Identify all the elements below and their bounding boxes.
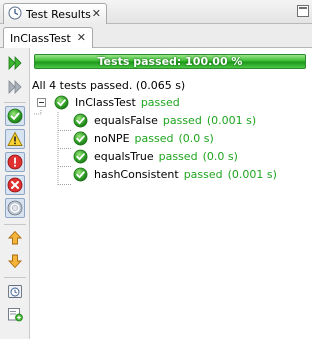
test-results-icon	[8, 6, 22, 23]
maximize-window-button[interactable]	[297, 5, 309, 17]
test-name: equalsTrue	[94, 149, 154, 163]
toolbar-separator	[4, 102, 26, 103]
show-passed-icon	[7, 108, 23, 124]
failure-icon	[7, 154, 23, 170]
tab-inclasstest[interactable]: InClassTest ✕	[3, 27, 93, 48]
toolbar-separator	[4, 277, 26, 278]
show-errors-button[interactable]	[5, 175, 25, 195]
test-row[interactable]: equalsTrue passed (0.0 s)	[73, 147, 238, 165]
show-passed-button[interactable]	[5, 106, 25, 126]
passed-check-icon	[73, 113, 88, 127]
test-time: (0.001 s)	[206, 113, 257, 127]
toolbar-separator	[4, 224, 26, 225]
close-session-tab-icon[interactable]: ✕	[77, 31, 86, 44]
test-time: (0.001 s)	[227, 167, 277, 181]
test-time: (0.0 s)	[178, 131, 214, 145]
show-skipped-button[interactable]	[5, 198, 25, 218]
test-status: passed	[183, 167, 223, 181]
test-results-tab-label: Test Results	[26, 7, 91, 21]
show-warnings-button[interactable]	[5, 129, 25, 149]
previous-failure-button[interactable]	[5, 228, 25, 248]
test-results-tab[interactable]: Test Results ✕	[3, 3, 107, 24]
arrow-up-icon	[7, 230, 23, 245]
close-tab-icon[interactable]: ✕	[92, 7, 101, 20]
passed-check-icon	[54, 95, 69, 109]
suite-status: passed	[140, 95, 180, 109]
test-results-toolbar	[0, 48, 30, 339]
test-history-button[interactable]	[5, 281, 25, 301]
test-row[interactable]: hashConsistent passed (0.001 s)	[73, 165, 277, 183]
show-failures-button[interactable]	[5, 152, 25, 172]
passed-check-icon	[73, 149, 88, 163]
test-time: (0.0 s)	[202, 149, 238, 163]
rerun-failed-button[interactable]	[5, 77, 25, 97]
rerun-all-icon	[8, 56, 22, 70]
rerun-failed-icon	[8, 80, 22, 94]
suite-name: InClassTest	[75, 95, 136, 109]
tree-connector-lines	[34, 110, 72, 185]
test-status: passed	[158, 149, 198, 163]
add-test-icon	[8, 308, 23, 322]
test-results-panel: Tests passed: 100.00 % All 4 tests passe…	[30, 48, 312, 339]
window-tab-bar: Test Results ✕	[0, 0, 312, 24]
arrow-down-icon	[7, 254, 23, 269]
suite-row[interactable]: InClassTest passed	[37, 93, 180, 111]
test-status: passed	[134, 131, 174, 145]
skipped-icon	[7, 200, 23, 216]
test-name: hashConsistent	[94, 167, 179, 181]
test-row[interactable]: equalsFalse passed (0.001 s)	[73, 111, 256, 129]
passed-check-icon	[73, 167, 88, 181]
test-row[interactable]: noNPE passed (0.0 s)	[73, 129, 214, 147]
clock-icon	[8, 285, 22, 298]
new-test-button[interactable]	[5, 304, 25, 324]
test-status: passed	[162, 113, 202, 127]
session-tab-bar: InClassTest ✕	[0, 24, 312, 48]
test-name: noNPE	[94, 131, 130, 145]
passed-check-icon	[73, 131, 88, 145]
error-icon	[7, 177, 23, 193]
next-failure-button[interactable]	[5, 251, 25, 271]
rerun-all-button[interactable]	[5, 53, 25, 73]
warning-icon	[7, 131, 23, 146]
collapse-toggle[interactable]	[37, 97, 46, 107]
test-name: equalsFalse	[94, 113, 158, 127]
tab-inclasstest-label: InClassTest	[10, 31, 71, 45]
